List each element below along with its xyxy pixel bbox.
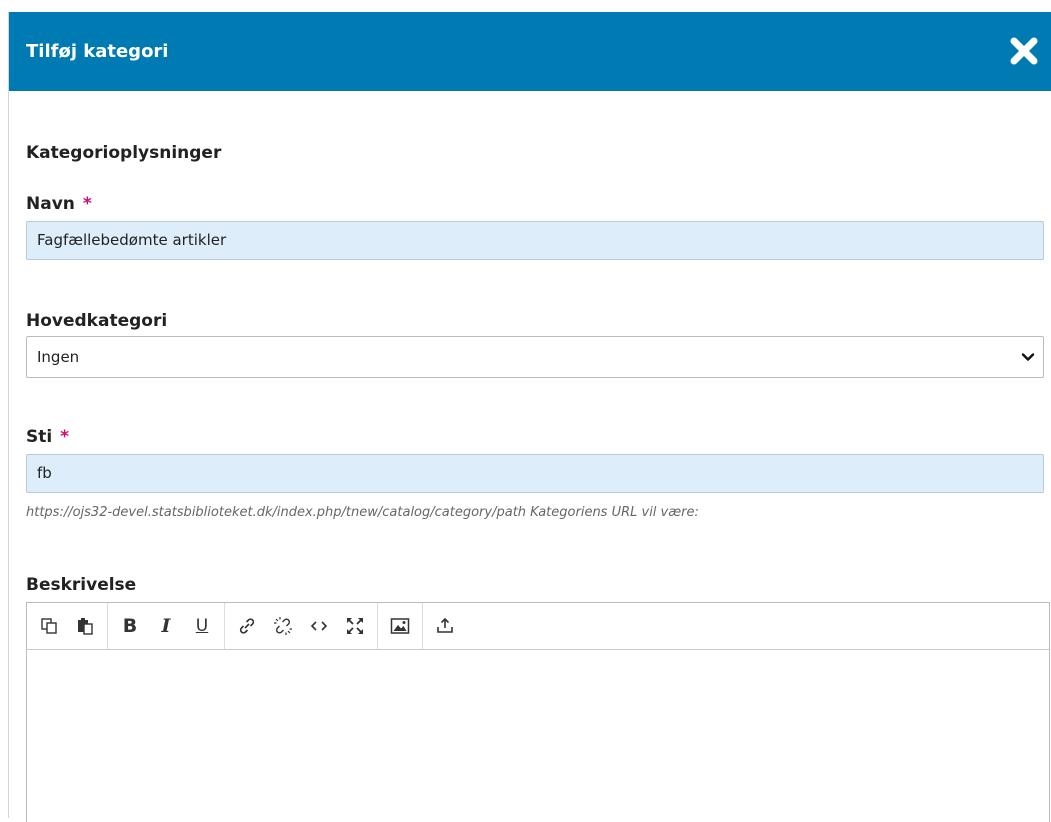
path-input[interactable]: fb: [26, 454, 1044, 493]
link-button[interactable]: [229, 609, 265, 643]
path-hint: https://ojs32-devel.statsbiblioteket.dk/…: [26, 505, 699, 520]
copy-icon: [41, 618, 57, 634]
name-input[interactable]: Fagfællebedømte artikler: [26, 221, 1044, 260]
toolbar-group-image: [378, 603, 423, 649]
upload-icon: [437, 617, 453, 633]
bold-icon: B: [122, 615, 138, 637]
fullscreen-icon: [347, 618, 363, 634]
unlink-button[interactable]: [265, 609, 301, 643]
toolbar-group-format: B I U: [108, 603, 225, 649]
add-category-dialog: Tilføj kategori Kategorioplysninger Navn…: [8, 12, 1051, 822]
close-button[interactable]: [1006, 33, 1042, 69]
italic-button[interactable]: I: [148, 609, 184, 643]
toolbar-group-clipboard: [27, 603, 108, 649]
toolbar-group-upload: [423, 603, 467, 649]
copy-button[interactable]: [31, 609, 67, 643]
close-icon: [1010, 37, 1038, 65]
toolbar-group-links: [225, 603, 378, 649]
underline-button[interactable]: U: [184, 609, 220, 643]
parent-category-select[interactable]: Ingen: [26, 336, 1044, 378]
description-text-area[interactable]: [27, 650, 1049, 822]
underline-icon: U: [195, 616, 209, 636]
paste-button[interactable]: [67, 609, 103, 643]
code-button[interactable]: [301, 609, 337, 643]
name-label-text: Navn: [26, 194, 75, 214]
section-title: Kategorioplysninger: [26, 143, 222, 163]
italic-icon: I: [161, 615, 171, 637]
unlink-icon: [274, 617, 292, 635]
code-icon: [310, 621, 328, 631]
required-marker: *: [60, 427, 70, 447]
editor-toolbar: B I U: [27, 603, 1049, 650]
path-label-text: Sti: [26, 427, 53, 447]
name-input-value: Fagfællebedømte artikler: [37, 231, 227, 249]
fullscreen-button[interactable]: [337, 609, 373, 643]
upload-button[interactable]: [427, 609, 463, 643]
bold-button[interactable]: B: [112, 609, 148, 643]
dialog-title: Tilføj kategori: [26, 41, 169, 62]
description-label: Beskrivelse: [26, 575, 137, 595]
name-label: Navn *: [26, 194, 92, 214]
link-icon: [239, 618, 255, 634]
path-label: Sti *: [26, 427, 69, 447]
parent-category-selected: Ingen: [37, 348, 80, 366]
required-marker: *: [82, 194, 92, 214]
dialog-header: Tilføj kategori: [9, 12, 1051, 91]
description-editor: B I U: [26, 602, 1050, 822]
image-icon: [390, 618, 410, 634]
paste-icon: [78, 618, 93, 635]
chevron-down-icon: [1021, 353, 1035, 361]
insert-image-button[interactable]: [382, 609, 418, 643]
path-input-value: fb: [37, 464, 52, 482]
parent-category-label: Hovedkategori: [26, 311, 168, 331]
